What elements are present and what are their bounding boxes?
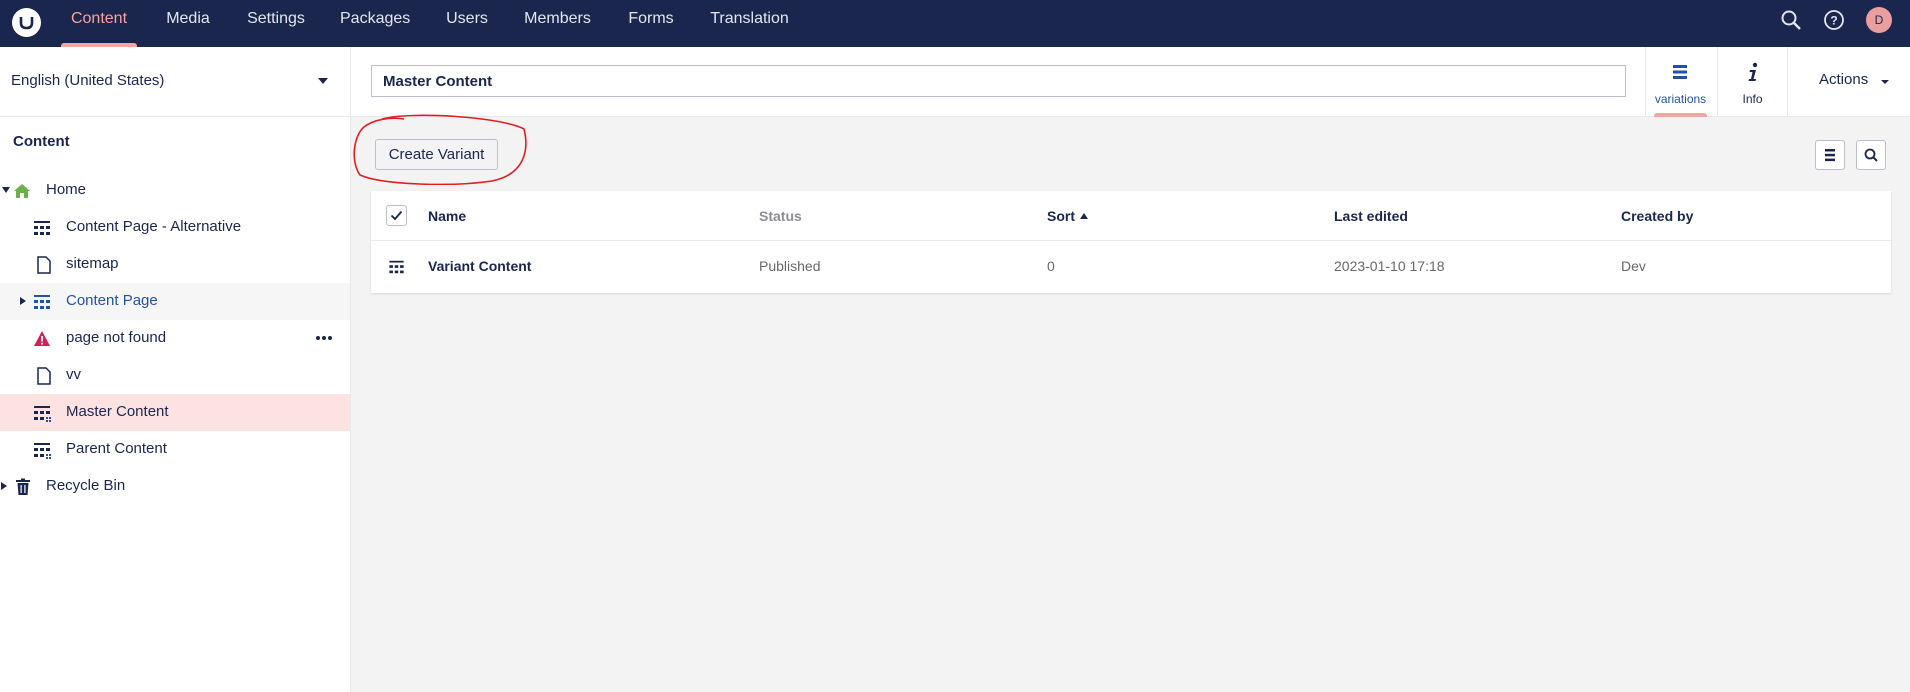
nav-users[interactable]: Users — [443, 0, 491, 47]
actions-dropdown[interactable]: Actions — [1787, 47, 1910, 117]
tree-item-label: vv — [66, 366, 81, 383]
sort-ascending-icon — [1080, 213, 1088, 219]
expand-caret-icon[interactable] — [1, 482, 7, 490]
search-icon[interactable] — [1780, 9, 1802, 31]
umbraco-logo-icon[interactable] — [12, 8, 41, 37]
info-icon — [1746, 62, 1760, 87]
app-info-label: Info — [1742, 92, 1763, 106]
nav-members[interactable]: Members — [521, 0, 594, 47]
column-header-created-by[interactable]: Created by — [1621, 208, 1693, 224]
nav-packages[interactable]: Packages — [340, 0, 410, 47]
tree-item-sitemap[interactable]: sitemap — [0, 246, 350, 283]
list-view-button[interactable] — [1815, 140, 1845, 170]
nav-content[interactable]: Content — [61, 0, 137, 47]
language-selector[interactable]: English (United States) — [0, 47, 351, 117]
editor-header: variations Info Actions — [351, 47, 1910, 117]
search-icon — [1864, 148, 1878, 162]
user-avatar[interactable]: D — [1866, 7, 1892, 33]
tree-item-content-page[interactable]: Content Page — [0, 283, 350, 320]
top-navigation-bar: Content Media Settings Packages Users Me… — [0, 0, 1910, 47]
language-label: English (United States) — [11, 72, 165, 89]
select-all-checkbox[interactable] — [386, 205, 407, 226]
document-icon — [35, 256, 53, 274]
nav-translation[interactable]: Translation — [710, 0, 789, 47]
more-options-icon[interactable] — [314, 330, 334, 346]
document-icon — [35, 367, 53, 385]
tree-item-label: Parent Content — [66, 440, 167, 457]
nav-settings[interactable]: Settings — [245, 0, 307, 47]
chevron-down-icon — [318, 78, 328, 84]
warning-icon — [33, 330, 51, 348]
app-variations-label: variations — [1654, 92, 1707, 106]
grid-doc-icon — [33, 404, 51, 422]
column-header-sort[interactable]: Sort — [1047, 208, 1075, 224]
table-row[interactable]: Variant Content Published 0 2023-01-10 1… — [371, 241, 1891, 293]
tree-item-label: page not found — [66, 329, 167, 346]
chevron-down-icon — [1881, 80, 1889, 84]
content-tree-sidebar: English (United States) Content Home Con… — [0, 47, 351, 692]
variants-table: Name Status Sort Last edited Created by … — [371, 191, 1891, 293]
table-search-button[interactable] — [1856, 140, 1886, 170]
content-name-input[interactable] — [371, 65, 1626, 97]
tree-item-label: Content Page - Alternative — [66, 218, 242, 235]
tree-title: Content — [13, 133, 70, 150]
tree-item-label: Home — [46, 181, 87, 198]
row-last-edited: 2023-01-10 17:18 — [1334, 258, 1445, 274]
expand-caret-icon[interactable] — [2, 187, 10, 193]
nav-forms[interactable]: Forms — [627, 0, 675, 47]
help-icon[interactable]: ? — [1823, 9, 1845, 31]
grid-doc-icon — [33, 219, 51, 237]
app-info[interactable]: Info — [1717, 47, 1787, 117]
app-variations[interactable]: variations — [1645, 47, 1715, 117]
list-icon — [1672, 64, 1688, 85]
tree-item-page-not-found[interactable]: page not found — [0, 320, 350, 357]
grid-doc-icon — [33, 293, 51, 311]
tree-item-label: Content Page — [66, 292, 158, 309]
actions-label: Actions — [1819, 71, 1869, 88]
tree-item-label: Recycle Bin — [46, 477, 126, 494]
row-sort: 0 — [1047, 258, 1055, 274]
home-icon — [13, 182, 31, 200]
tree-item-parent-content[interactable]: Parent Content — [0, 431, 350, 468]
grid-doc-icon — [33, 441, 51, 459]
expand-caret-icon[interactable] — [20, 297, 26, 305]
tree-item-recycle-bin[interactable]: Recycle Bin — [0, 468, 350, 505]
tree-item-vv[interactable]: vv — [0, 357, 350, 394]
nav-media[interactable]: Media — [159, 0, 217, 47]
tree-item-content-page-alternative[interactable]: Content Page - Alternative — [0, 209, 350, 246]
checkmark-icon — [390, 210, 403, 221]
column-header-status: Status — [759, 208, 802, 224]
list-icon — [1825, 149, 1835, 162]
tree-item-home[interactable]: Home — [0, 172, 350, 209]
column-header-last-edited[interactable]: Last edited — [1334, 208, 1408, 224]
column-header-name[interactable]: Name — [428, 208, 466, 224]
row-name-link[interactable]: Variant Content — [428, 258, 531, 274]
trash-icon — [14, 478, 32, 496]
create-variant-button[interactable]: Create Variant — [375, 139, 498, 170]
table-header: Name Status Sort Last edited Created by — [371, 191, 1891, 241]
row-status: Published — [759, 258, 821, 274]
row-created-by: Dev — [1621, 258, 1646, 274]
tree-item-label: sitemap — [66, 255, 119, 272]
active-app-indicator — [1654, 113, 1707, 117]
grid-doc-icon — [388, 259, 405, 280]
svg-text:?: ? — [1830, 14, 1837, 28]
tree-item-label: Master Content — [66, 403, 169, 420]
tree-item-master-content[interactable]: Master Content — [0, 394, 350, 431]
